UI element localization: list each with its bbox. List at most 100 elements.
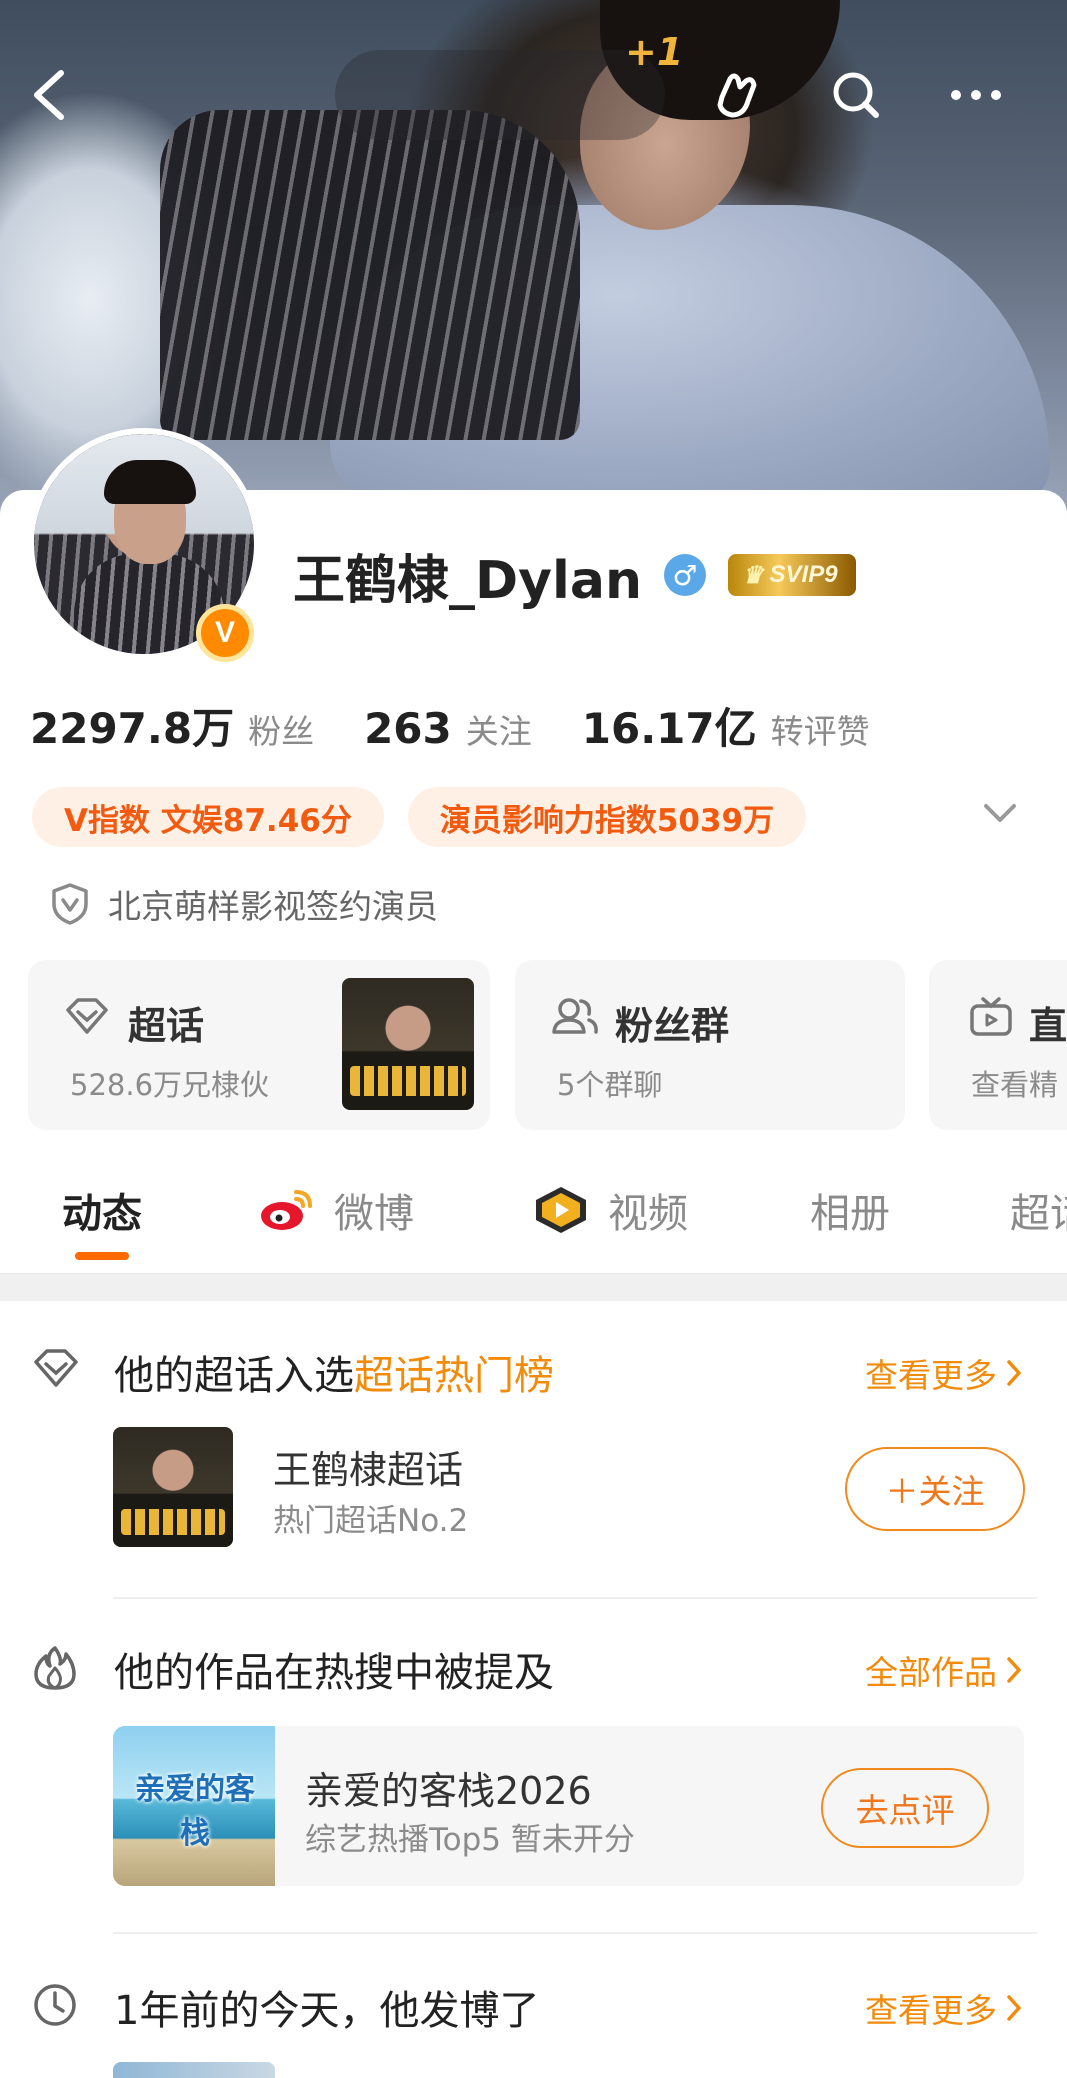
verified-badge: V [196, 604, 254, 662]
stat-label: 转评赞 [770, 712, 870, 751]
fan-group-card[interactable]: 粉丝群 5个群聊 [515, 960, 905, 1130]
video-icon [536, 1187, 586, 1233]
search-icon [833, 72, 879, 118]
tab-label: 相册 [810, 1191, 890, 1237]
tab-label: 视频 [608, 1191, 688, 1237]
stat-followers[interactable]: 2297.8万 粉丝 [30, 695, 314, 756]
section-title: 他的超话入选超话热门榜 [114, 1343, 554, 1401]
chevron-right-icon [1007, 1995, 1021, 2021]
avatar-hair [104, 460, 196, 504]
see-more-label: 查看更多 [865, 1991, 997, 2030]
interact-button[interactable] [696, 55, 776, 135]
feature-cards: 超话 528.6万兄棣伙 粉丝群 5个群聊 直 查看精 [28, 960, 1067, 1130]
diamond-icon [34, 1349, 78, 1387]
search-button[interactable] [816, 55, 896, 135]
back-button[interactable] [10, 55, 90, 135]
hand-icon [717, 73, 757, 118]
v-index-tag[interactable]: V指数 文娱87.46分 [32, 787, 384, 847]
divider [113, 1932, 1037, 1934]
thumbnail-title-art [121, 1509, 225, 1535]
svip-label: SVIP9 [769, 561, 838, 588]
tab-label: 超话 [1010, 1191, 1067, 1237]
show-title: 亲爱的客栈2026 [305, 1769, 592, 1813]
show-thumbnail: 亲爱的客栈 [113, 1726, 275, 1886]
show-thumbnail-title: 亲爱的客栈 [135, 1772, 255, 1851]
stat-interactions[interactable]: 16.17亿 转评赞 [582, 695, 870, 756]
section-title: 1年前的今天，他发博了 [114, 1988, 540, 2034]
profile-tags: V指数 文娱87.46分 演员影响力指数5039万 [32, 787, 830, 847]
section-title-prefix: 他的超话入选 [114, 1353, 354, 1399]
rate-button[interactable]: 去点评 [821, 1768, 989, 1848]
flame-icon [34, 1646, 76, 1690]
stat-value: 16.17亿 [581, 704, 757, 753]
stat-following[interactable]: 263 关注 [364, 704, 532, 753]
stat-value: 263 [364, 704, 452, 753]
section-header: 他的超话入选超话热门榜 查看更多 [0, 1335, 1067, 1405]
tv-icon [970, 997, 1012, 1036]
divider [113, 1597, 1037, 1599]
stat-label: 粉丝 [248, 712, 315, 751]
tab-label: 微博 [334, 1191, 414, 1237]
works-section: 他的作品在热搜中被提及 全部作品 亲爱的客栈 亲爱的客栈2026 综艺热播Top… [0, 1632, 1067, 1934]
supertopic-rank: 热门超话No.2 [273, 1503, 469, 1539]
chevron-down-icon[interactable] [980, 798, 1020, 828]
poster-title-art [350, 1066, 466, 1096]
tab-video[interactable]: 视频 [532, 1180, 688, 1240]
gender-icon: ♂ [664, 554, 706, 596]
svip-badge[interactable]: ♛ SVIP9 [728, 554, 856, 596]
card-subtitle: 查看精 [971, 1068, 1059, 1102]
verification-text: 北京萌样影视签约演员 [108, 887, 438, 926]
tab-weibo[interactable]: 微博 [258, 1180, 414, 1240]
all-works-link[interactable]: 全部作品 [865, 1646, 1023, 1694]
see-more-label: 查看更多 [865, 1356, 997, 1395]
header-pill[interactable] [335, 50, 665, 140]
stat-label: 关注 [465, 712, 532, 751]
all-works-label: 全部作品 [865, 1653, 997, 1692]
actor-influence-tag[interactable]: 演员影响力指数5039万 [407, 787, 807, 847]
card-subtitle: 5个群聊 [557, 1068, 663, 1102]
section-title: 他的作品在热搜中被提及 [114, 1650, 554, 1696]
show-card[interactable]: 亲爱的客栈 亲爱的客栈2026 综艺热播Top5 暂未开分 去点评 [113, 1726, 1024, 1886]
memory-section: 1年前的今天，他发博了 查看更多 [0, 1970, 1067, 2078]
tab-supertopic[interactable]: 超话 [1010, 1180, 1067, 1240]
card-title: 超话 [128, 1004, 205, 1048]
show-subtitle: 综艺热播Top5 暂未开分 [305, 1822, 635, 1858]
section-divider [0, 1273, 1067, 1301]
crown-icon: ♛ [742, 561, 764, 589]
tab-album[interactable]: 相册 [810, 1180, 890, 1240]
see-more-link[interactable]: 查看更多 [865, 1984, 1023, 2032]
profile-tabs: 动态 微博 视频 相册 超话 [0, 1170, 1067, 1270]
card-title: 直 [1029, 1004, 1067, 1048]
active-tab-indicator [75, 1252, 129, 1260]
follow-button[interactable]: ＋关注 [845, 1447, 1025, 1531]
profile-name: 王鹤棣_Dylan [293, 550, 642, 611]
chevron-right-icon [1007, 1360, 1021, 1386]
back-arrow-icon [34, 70, 64, 120]
live-card[interactable]: 直 查看精 [929, 960, 1067, 1130]
supertopic-card[interactable]: 超话 528.6万兄棣伙 [28, 960, 490, 1130]
post-thumbnail-peek[interactable] [113, 2062, 275, 2078]
chevron-right-icon [1007, 1657, 1021, 1683]
section-header: 他的作品在热搜中被提及 全部作品 [0, 1632, 1067, 1702]
diamond-icon [66, 998, 108, 1034]
name-row: 王鹤棣_Dylan ♂ ♛ SVIP9 [293, 540, 856, 611]
supertopic-poster [342, 978, 474, 1110]
tab-feed[interactable]: 动态 [62, 1180, 142, 1240]
plus-one-badge: +1 [625, 30, 684, 74]
supertopic-name[interactable]: 王鹤棣超话 [273, 1439, 463, 1494]
card-title: 粉丝群 [615, 1004, 730, 1048]
clock-icon [34, 1984, 76, 2026]
section-header: 1年前的今天，他发博了 查看更多 [0, 1970, 1067, 2040]
more-button[interactable] [936, 55, 1016, 135]
section-title-highlight[interactable]: 超话热门榜 [354, 1353, 554, 1399]
people-icon [552, 998, 598, 1034]
shield-icon [52, 883, 88, 925]
supertopic-thumbnail[interactable] [113, 1427, 233, 1547]
tab-label: 动态 [62, 1191, 142, 1237]
stat-value: 2297.8万 [30, 704, 235, 753]
cover-shirt [160, 110, 580, 440]
see-more-link[interactable]: 查看更多 [865, 1349, 1023, 1397]
supertopic-section: 他的超话入选超话热门榜 查看更多 王鹤棣超话 热门超话No.2 ＋关注 [0, 1335, 1067, 1615]
verification-row: 北京萌样影视签约演员 [50, 880, 438, 928]
weibo-icon [261, 1190, 312, 1230]
